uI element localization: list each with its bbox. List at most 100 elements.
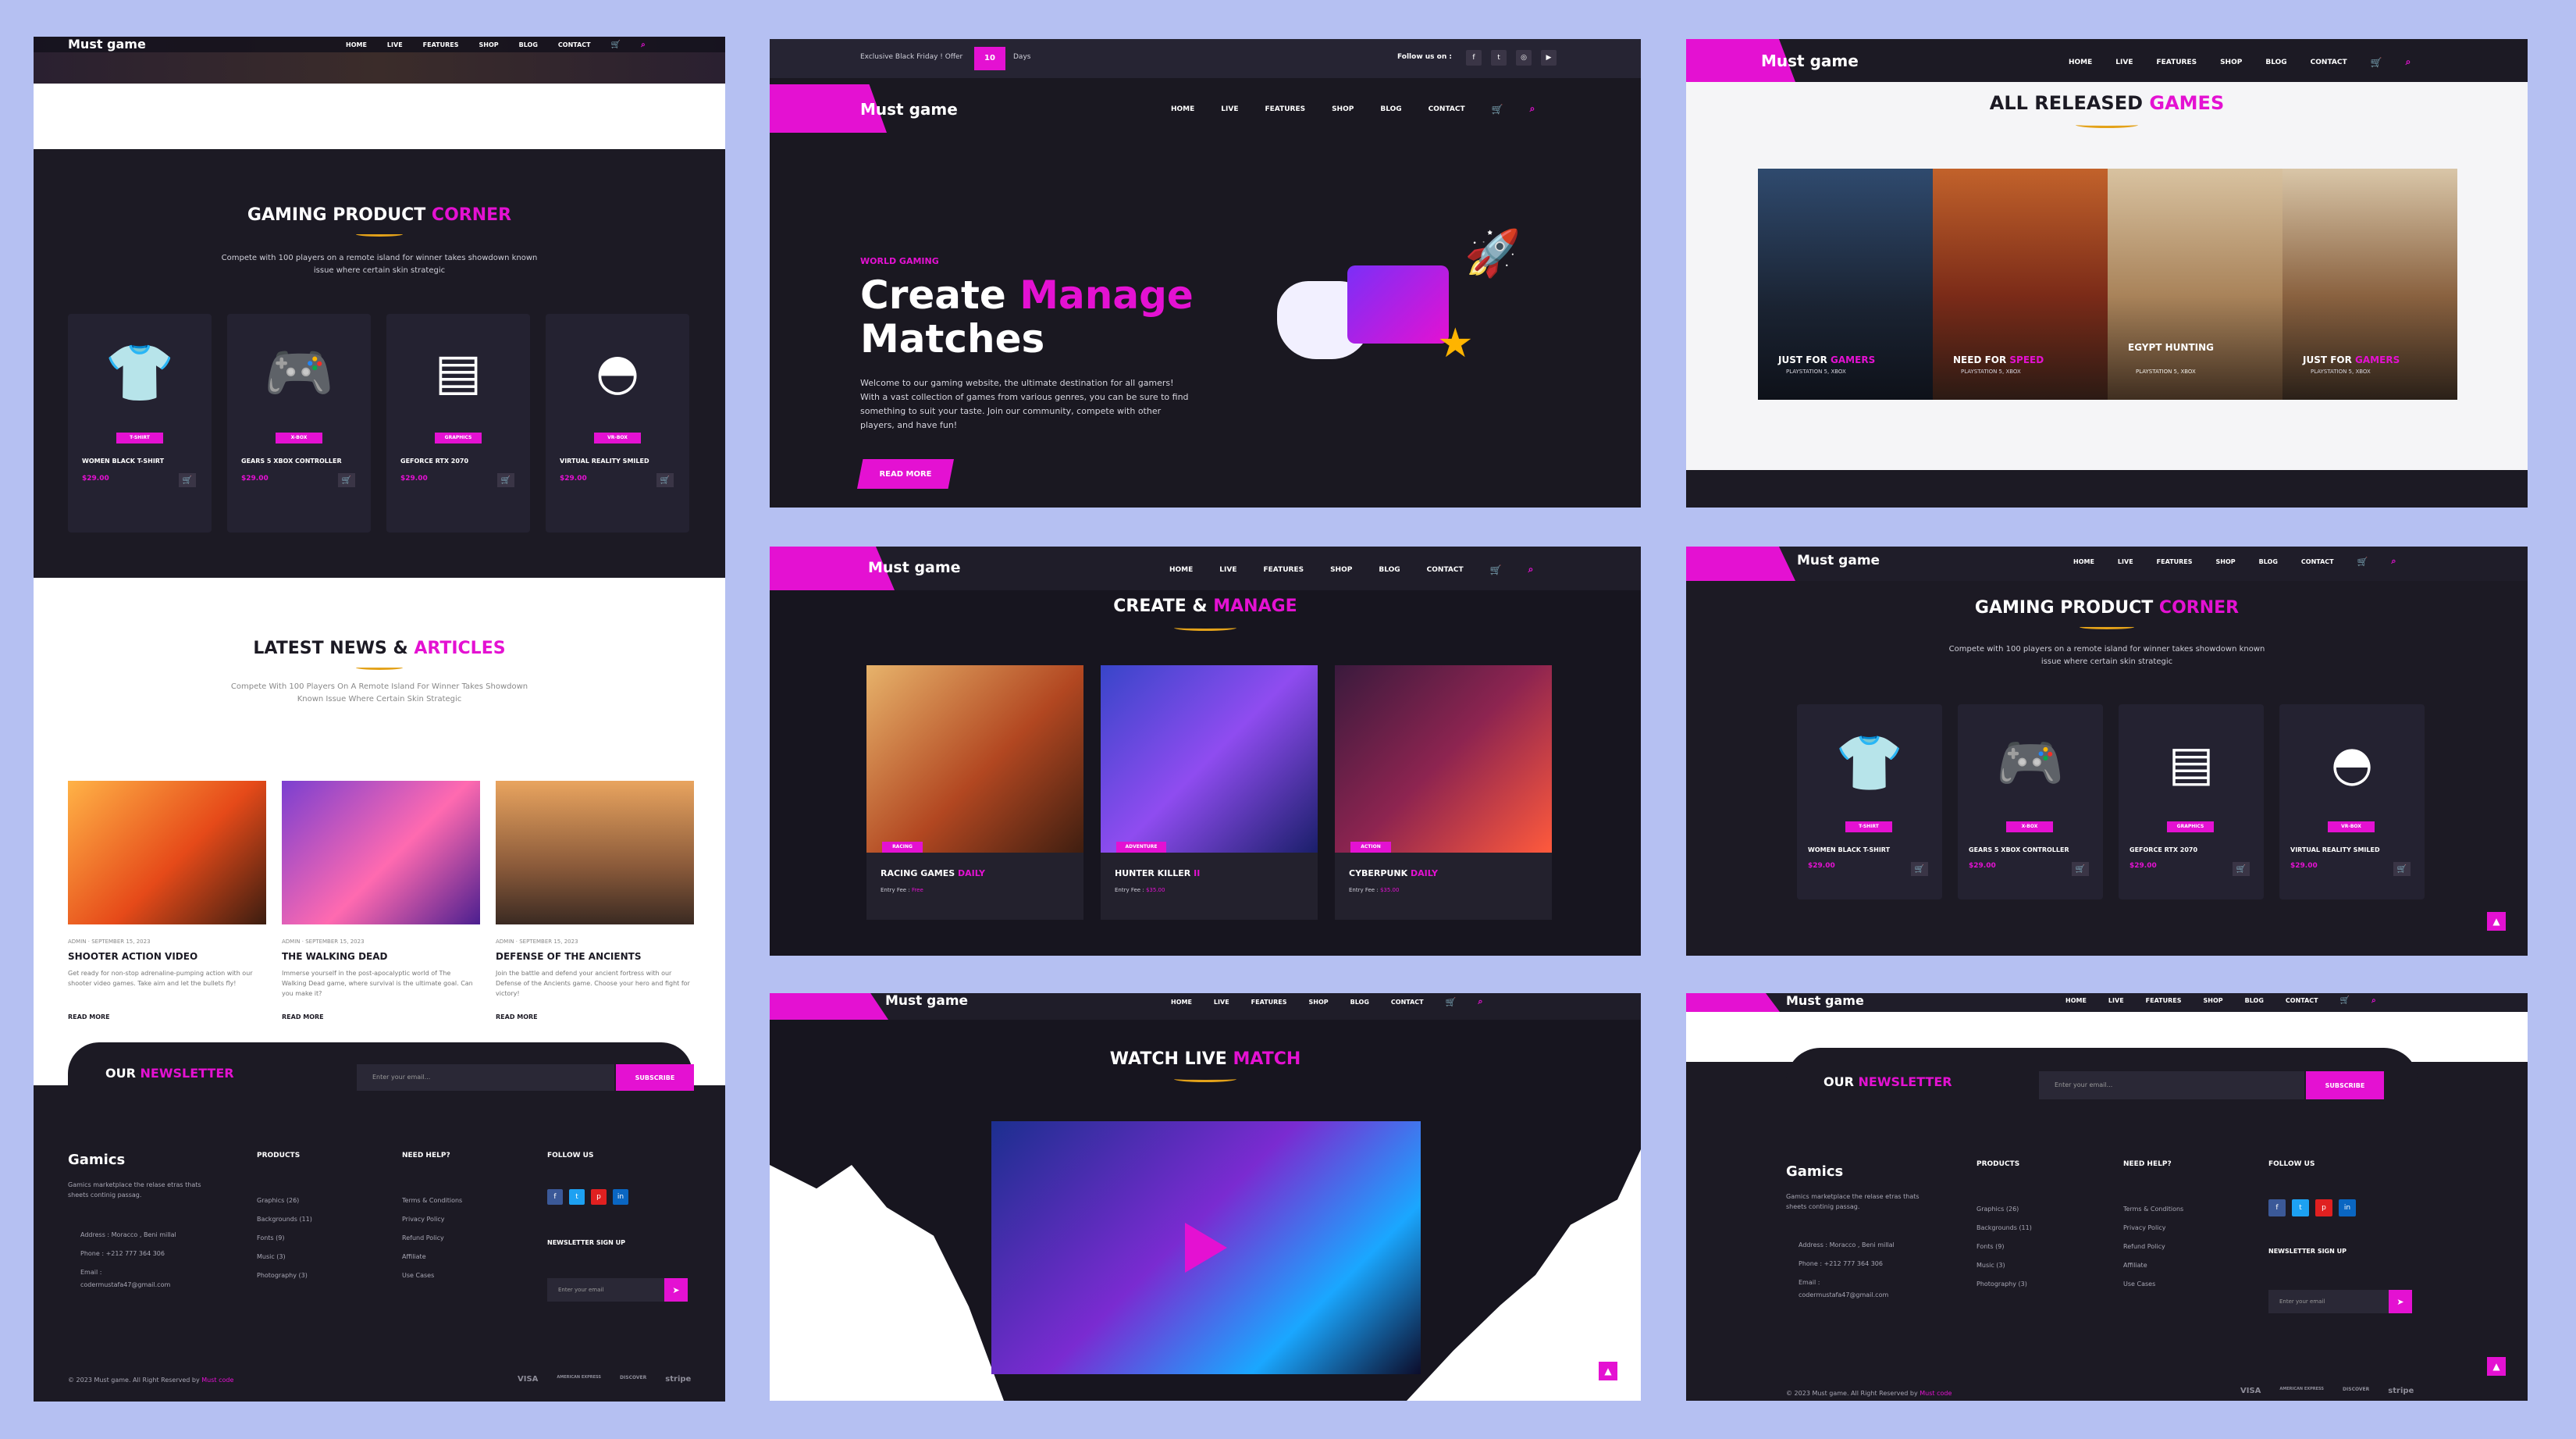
footer-link[interactable]: Graphics (26)	[257, 1197, 299, 1204]
nav-contact[interactable]: CONTACT	[2301, 558, 2334, 565]
nav-shop[interactable]: SHOP	[2220, 59, 2242, 66]
twitter-icon[interactable]: t	[2292, 1199, 2309, 1216]
nav-features[interactable]: FEATURES	[1264, 566, 1304, 574]
cart-icon[interactable]: 🛒	[656, 473, 674, 487]
footer-link[interactable]: Refund Policy	[2123, 1243, 2165, 1250]
logo[interactable]: Must game	[1786, 993, 1864, 1008]
game-card[interactable]: NEED FOR SPEED PLAYSTATION 5, XBOX	[1933, 169, 2108, 400]
subscribe-button[interactable]: SUBSCRIBE	[2306, 1071, 2384, 1099]
product-card[interactable]: ◓ VR-BOX VIRTUAL REALITY SMILED $29.00 🛒	[2279, 704, 2425, 899]
footer-email[interactable]: codermustafa47@gmail.com	[80, 1281, 170, 1288]
footer-link[interactable]: Backgrounds (11)	[1976, 1224, 2032, 1231]
cart-icon[interactable]: 🛒	[2357, 557, 2368, 567]
footer-link[interactable]: Affiliate	[402, 1253, 426, 1260]
cart-icon[interactable]: 🛒	[179, 473, 196, 487]
match-card[interactable]: ADVENTURE HUNTER KILLER II Entry Fee : $…	[1101, 665, 1318, 920]
game-card[interactable]: EGYPT HUNTING PLAYSTATION 5, XBOX	[2108, 169, 2282, 400]
match-card[interactable]: RACING RACING GAMES DAILY Entry Fee : Fr…	[866, 665, 1083, 920]
nav-contact[interactable]: CONTACT	[1427, 566, 1464, 574]
newsletter-input[interactable]: Enter your email...	[357, 1064, 614, 1091]
news-image[interactable]	[68, 781, 266, 924]
product-card[interactable]: 👕 T-SHIRT WOMEN BLACK T-SHIRT $29.00 🛒	[1797, 704, 1942, 899]
cart-icon[interactable]: 🛒	[2393, 862, 2411, 876]
game-card[interactable]: JUST FOR GAMERS PLAYSTATION 5, XBOX	[1758, 169, 1933, 400]
search-icon[interactable]: ⌕	[641, 41, 646, 49]
cart-icon[interactable]: 🛒	[2371, 57, 2382, 68]
pinterest-icon[interactable]: p	[2315, 1199, 2332, 1216]
nav-contact[interactable]: CONTACT	[1429, 105, 1465, 113]
nav-blog[interactable]: BLOG	[2265, 59, 2286, 66]
youtube-icon[interactable]: ▶	[1541, 50, 1557, 66]
footer-link[interactable]: Photography (3)	[257, 1272, 308, 1279]
product-name[interactable]: WOMEN BLACK T-SHIRT	[1808, 846, 1890, 853]
nav-home[interactable]: HOME	[2069, 59, 2092, 66]
nav-home[interactable]: HOME	[1169, 566, 1193, 574]
copyright-link[interactable]: Must code	[1920, 1390, 1952, 1397]
linkedin-icon[interactable]: in	[2339, 1199, 2356, 1216]
cart-icon[interactable]: 🛒	[2233, 862, 2250, 876]
nav-contact[interactable]: CONTACT	[1391, 999, 1424, 1006]
nav-home[interactable]: HOME	[346, 41, 367, 48]
nav-shop[interactable]: SHOP	[2204, 997, 2223, 1004]
product-name[interactable]: GEARS 5 XBOX CONTROLLER	[241, 458, 342, 465]
news-title-item[interactable]: DEFENSE OF THE ANCIENTS	[496, 951, 641, 962]
nav-live[interactable]: LIVE	[2118, 558, 2133, 565]
product-card[interactable]: 🎮 X-BOX GEARS 5 XBOX CONTROLLER $29.00 🛒	[227, 314, 371, 533]
cart-icon[interactable]: 🛒	[1446, 997, 1457, 1007]
twitter-icon[interactable]: t	[1491, 50, 1507, 66]
nav-home[interactable]: HOME	[2065, 997, 2087, 1004]
news-image[interactable]	[282, 781, 480, 924]
nav-contact[interactable]: CONTACT	[558, 41, 591, 48]
footer-link[interactable]: Terms & Conditions	[402, 1197, 462, 1204]
read-more-link[interactable]: READ MORE	[496, 1013, 538, 1020]
footer-link[interactable]: Terms & Conditions	[2123, 1206, 2183, 1213]
copyright-link[interactable]: Must code	[201, 1377, 233, 1384]
nav-blog[interactable]: BLOG	[1350, 999, 1369, 1006]
nav-blog[interactable]: BLOG	[2259, 558, 2278, 565]
match-card[interactable]: ACTION CYBERPUNK DAILY Entry Fee : $35.0…	[1335, 665, 1552, 920]
nav-shop[interactable]: SHOP	[1330, 566, 1352, 574]
nav-shop[interactable]: SHOP	[2216, 558, 2236, 565]
logo[interactable]: Must game	[1797, 553, 1880, 568]
read-more-button[interactable]: READ MORE	[857, 459, 954, 489]
nav-features[interactable]: FEATURES	[1265, 105, 1306, 113]
nav-shop[interactable]: SHOP	[1332, 105, 1354, 113]
search-icon[interactable]: ⌕	[1478, 996, 1482, 1007]
nav-contact[interactable]: CONTACT	[2311, 59, 2347, 66]
footer-link[interactable]: Privacy Policy	[2123, 1224, 2166, 1231]
nav-features[interactable]: FEATURES	[423, 41, 459, 48]
nav-home[interactable]: HOME	[1171, 999, 1192, 1006]
nav-blog[interactable]: BLOG	[2245, 997, 2264, 1004]
nav-blog[interactable]: BLOG	[519, 41, 538, 48]
cart-icon[interactable]: 🛒	[2072, 862, 2089, 876]
back-to-top-icon[interactable]: ▲	[2487, 912, 2506, 931]
nav-contact[interactable]: CONTACT	[2286, 997, 2318, 1004]
nav-live[interactable]: LIVE	[387, 41, 403, 48]
cart-icon[interactable]: 🛒	[1911, 862, 1928, 876]
product-card[interactable]: 👕 T-SHIRT WOMEN BLACK T-SHIRT $29.00 🛒	[68, 314, 212, 533]
news-image[interactable]	[496, 781, 694, 924]
back-to-top-icon[interactable]: ▲	[2487, 1357, 2506, 1376]
product-card[interactable]: ▤ GRAPHICS GEFORCE RTX 2070 $29.00 🛒	[2119, 704, 2264, 899]
footer-link[interactable]: Refund Policy	[402, 1234, 444, 1241]
subscribe-button[interactable]: SUBSCRIBE	[616, 1064, 694, 1091]
logo[interactable]: Must game	[868, 559, 961, 576]
cart-icon[interactable]: 🛒	[2340, 996, 2350, 1005]
footer-email[interactable]: codermustafa47@gmail.com	[1799, 1291, 1888, 1298]
footer-link[interactable]: Backgrounds (11)	[257, 1216, 312, 1223]
news-title-item[interactable]: SHOOTER ACTION VIDEO	[68, 951, 197, 962]
nav-blog[interactable]: BLOG	[1380, 105, 1401, 113]
newsletter-input[interactable]: Enter your email...	[2039, 1071, 2304, 1099]
nav-features[interactable]: FEATURES	[2157, 558, 2193, 565]
linkedin-icon[interactable]: in	[613, 1189, 628, 1205]
footer-link[interactable]: Fonts (9)	[1976, 1243, 2004, 1250]
product-name[interactable]: GEFORCE RTX 2070	[2129, 846, 2197, 853]
read-more-link[interactable]: READ MORE	[282, 1013, 324, 1020]
nav-features[interactable]: FEATURES	[2146, 997, 2182, 1004]
facebook-icon[interactable]: f	[2268, 1199, 2286, 1216]
search-icon[interactable]: ⌕	[2406, 56, 2411, 68]
nav-shop[interactable]: SHOP	[1309, 999, 1329, 1006]
video-thumbnail[interactable]	[991, 1121, 1421, 1374]
nav-live[interactable]: LIVE	[2115, 59, 2133, 66]
pinterest-icon[interactable]: p	[591, 1189, 607, 1205]
